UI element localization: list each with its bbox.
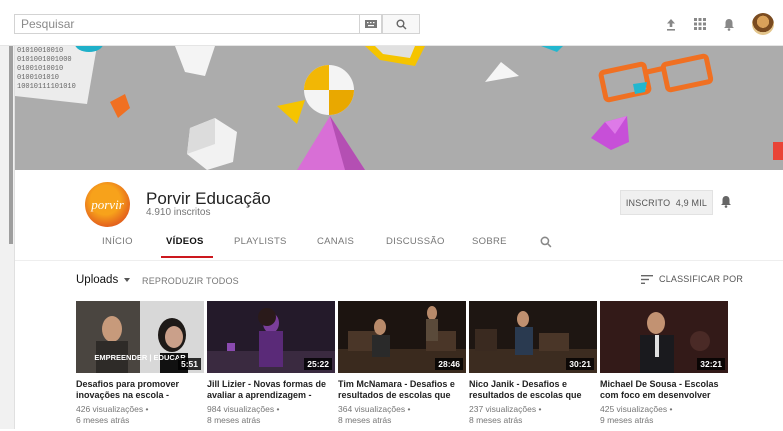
binary-line-4: 0100101010 <box>17 74 59 82</box>
upload-icon[interactable] <box>663 16 679 32</box>
channel-logo-text: porvir <box>91 196 124 212</box>
search-button[interactable] <box>382 14 420 34</box>
binary-line-2: 0101001001000 <box>17 56 72 64</box>
active-tab-indicator <box>161 256 213 258</box>
sort-label: CLASSIFICAR POR <box>659 274 744 284</box>
video-thumbnail[interactable]: 25:22 <box>207 301 335 373</box>
subscriber-count: 4.910 inscritos <box>146 207 211 218</box>
video-views: 984 visualizações • <box>207 404 280 414</box>
uploads-label: Uploads <box>76 274 119 286</box>
video-age: 8 meses atrás <box>469 415 523 425</box>
video-title[interactable]: Michael De Sousa - Escolas com foco em d… <box>600 379 728 401</box>
video-duration: 28:46 <box>435 358 463 370</box>
channel-header: porvir Porvir Educação 4.910 inscritos I… <box>15 170 783 260</box>
tab-discussao[interactable]: DISCUSSÃO <box>386 236 445 247</box>
tab-inicio[interactable]: INÍCIO <box>102 236 133 247</box>
video-title[interactable]: Tim McNamara - Desafios e resultados de … <box>338 379 466 401</box>
tab-canais[interactable]: CANAIS <box>317 236 354 247</box>
video-views: 426 visualizações • <box>76 404 149 414</box>
play-all-button[interactable]: REPRODUZIR TODOS <box>142 276 239 286</box>
sort-icon <box>641 274 653 284</box>
videos-section: Uploads REPRODUZIR TODOS CLASSIFICAR POR… <box>15 260 783 429</box>
video-title[interactable]: Desafios para promover inovações na esco… <box>76 379 204 401</box>
notifications-bell-icon[interactable] <box>721 16 737 32</box>
video-duration: 30:21 <box>566 358 594 370</box>
video-card[interactable]: 30:21 Nico Janik - Desafios e resultados… <box>469 301 597 426</box>
video-card[interactable]: 28:46 Tim McNamara - Desafios e resultad… <box>338 301 466 426</box>
video-card[interactable]: EMPREENDER | EDUCAR 5:51 Desafios para p… <box>76 301 204 426</box>
channel-notification-bell-icon[interactable] <box>720 195 734 209</box>
apps-grid-icon[interactable] <box>692 16 708 32</box>
video-title[interactable]: Nico Janik - Desafios e resultados de es… <box>469 379 597 401</box>
binary-line-5: 10010111101010 <box>17 83 76 91</box>
binary-line-1: 01010010010 <box>17 47 63 55</box>
video-age: 8 meses atrás <box>338 415 392 425</box>
tab-playlists[interactable]: PLAYLISTS <box>234 236 287 247</box>
uploads-dropdown[interactable]: Uploads <box>76 274 131 286</box>
video-card[interactable]: 32:21 Michael De Sousa - Escolas com foc… <box>600 301 728 426</box>
channel-logo[interactable]: porvir <box>85 182 130 227</box>
keyboard-icon[interactable] <box>360 14 382 34</box>
search-input[interactable] <box>15 15 335 33</box>
video-views: 364 visualizações • <box>338 404 411 414</box>
video-title[interactable]: Jill Lizier - Novas formas de avaliar a … <box>207 379 335 401</box>
subscribed-button[interactable]: INSCRITO 4,9 MIL <box>620 190 713 215</box>
search-box[interactable] <box>14 14 360 34</box>
channel-tabs: INÍCIO VÍDEOS PLAYLISTS CANAIS DISCUSSÃO… <box>15 230 783 260</box>
video-thumbnail[interactable]: 28:46 <box>338 301 466 373</box>
video-grid: EMPREENDER | EDUCAR 5:51 Desafios para p… <box>76 301 736 431</box>
video-views: 425 visualizações • <box>600 404 673 414</box>
channel-banner: 01010010010 0101001001000 01001010010 01… <box>15 46 783 170</box>
video-thumbnail[interactable]: EMPREENDER | EDUCAR 5:51 <box>76 301 204 373</box>
video-age: 6 meses atrás <box>76 415 130 425</box>
banner-artwork: 01010010010 0101001001000 01001010010 01… <box>15 46 783 170</box>
video-duration: 25:22 <box>304 358 332 370</box>
binary-line-3: 01001010010 <box>17 65 63 73</box>
video-duration: 32:21 <box>697 358 725 370</box>
video-duration: 5:51 <box>177 358 201 370</box>
sort-button[interactable]: CLASSIFICAR POR <box>641 274 743 284</box>
channel-search-icon[interactable] <box>540 235 553 248</box>
video-age: 8 meses atrás <box>207 415 261 425</box>
video-age: 9 meses atrás <box>600 415 654 425</box>
left-scrollbar[interactable] <box>0 46 15 429</box>
search-icon <box>396 19 406 29</box>
video-card[interactable]: 25:22 Jill Lizier - Novas formas de aval… <box>207 301 335 426</box>
chevron-down-icon <box>124 277 131 282</box>
video-views: 237 visualizações • <box>469 404 542 414</box>
account-avatar[interactable] <box>752 13 774 35</box>
video-thumbnail[interactable]: 30:21 <box>469 301 597 373</box>
tab-sobre[interactable]: SOBRE <box>472 236 507 247</box>
video-thumbnail[interactable]: 32:21 <box>600 301 728 373</box>
tab-videos[interactable]: VÍDEOS <box>166 236 204 247</box>
channel-name[interactable]: Porvir Educação <box>146 189 271 209</box>
scrollbar-thumb[interactable] <box>9 46 13 244</box>
top-bar <box>0 0 783 46</box>
